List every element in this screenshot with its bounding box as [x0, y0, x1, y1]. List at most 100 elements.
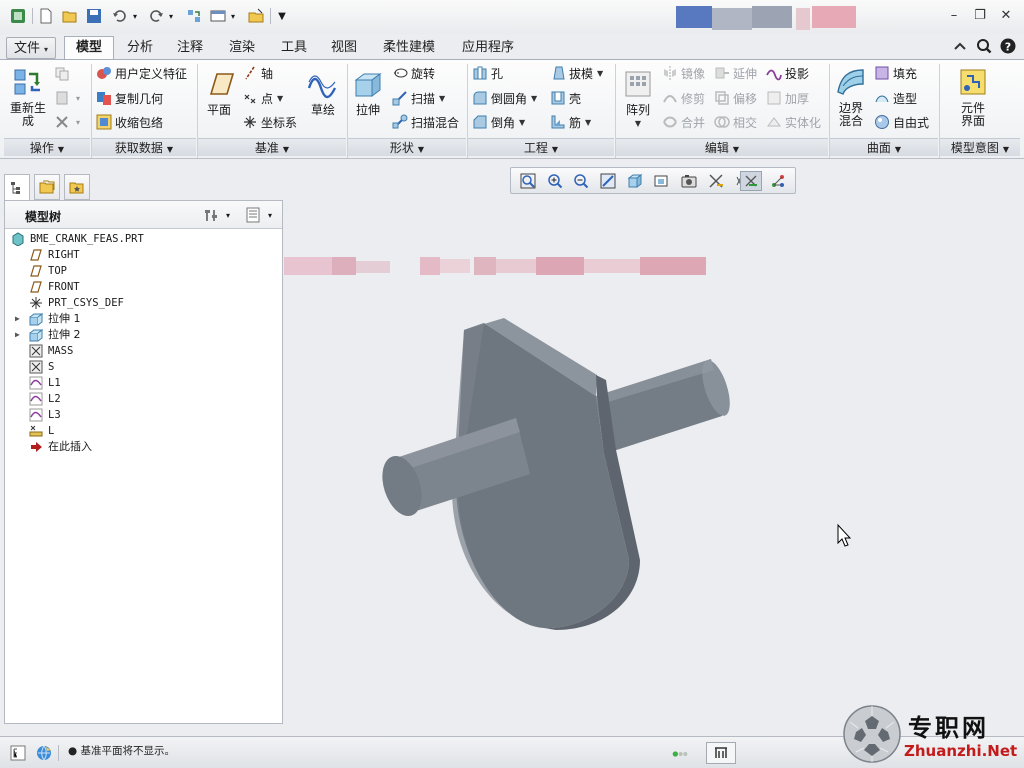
intersect-button[interactable]: 相交	[714, 111, 757, 133]
tree-item[interactable]: L2	[5, 391, 282, 407]
tree-item[interactable]: S	[5, 359, 282, 375]
group-editing[interactable]: 编辑 ▼	[616, 138, 828, 156]
freestyle-button[interactable]: 自由式	[874, 111, 929, 133]
repaint-icon[interactable]	[597, 171, 619, 191]
revolve-button[interactable]: 旋转	[392, 62, 435, 84]
selection-filter-icon[interactable]	[706, 742, 736, 764]
close-button[interactable]: ✕	[996, 7, 1016, 25]
redo-icon[interactable]	[146, 6, 166, 26]
swept-blend-button[interactable]: 扫描混合	[392, 111, 459, 133]
sweep-button[interactable]: 扫描 ▼	[392, 87, 445, 109]
window-dropdown-icon[interactable]: ▾	[228, 6, 238, 26]
regenerate-button[interactable]: 重新生 成	[8, 66, 48, 128]
undo-icon[interactable]	[110, 6, 130, 26]
restore-button[interactable]: ❐	[970, 7, 990, 25]
hole-button[interactable]: 孔	[472, 62, 503, 84]
tree-item[interactable]: ▶ 拉伸 1	[5, 311, 282, 327]
expand-icon[interactable]: ▶	[15, 327, 25, 343]
boundary-blend-button[interactable]: 边界 混合	[832, 66, 870, 128]
tab-file[interactable]: 文件 ▾	[6, 37, 56, 59]
component-interface-button[interactable]: 元件 界面	[954, 66, 992, 128]
rib-button[interactable]: 筋 ▼	[550, 111, 591, 133]
copy-icon[interactable]	[52, 64, 72, 84]
group-operations[interactable]: 操作 ▼	[4, 138, 90, 156]
tree-item[interactable]: FRONT	[5, 279, 282, 295]
view-manager-icon[interactable]	[678, 171, 700, 191]
help-icon[interactable]: ?	[998, 36, 1018, 56]
group-get-data[interactable]: 获取数据 ▼	[92, 138, 196, 156]
tab-applications[interactable]: 应用程序	[452, 37, 524, 59]
app-icon[interactable]	[8, 6, 28, 26]
spin-center-toggle[interactable]	[740, 171, 762, 191]
delete-icon[interactable]	[52, 112, 72, 132]
mirror-button[interactable]: 镜像	[662, 62, 705, 84]
window-icon[interactable]	[208, 6, 228, 26]
open-icon[interactable]	[60, 6, 80, 26]
thicken-button[interactable]: 加厚	[766, 87, 809, 109]
minimize-ribbon-icon[interactable]	[950, 36, 970, 56]
tab-tools[interactable]: 工具	[272, 37, 316, 59]
tree-item[interactable]: RIGHT	[5, 247, 282, 263]
round-button[interactable]: 倒圆角 ▼	[472, 87, 537, 109]
tree-item[interactable]: L3	[5, 407, 282, 423]
zoom-out-icon[interactable]	[570, 171, 592, 191]
crank-model[interactable]	[375, 318, 735, 630]
udf-button[interactable]: 用户定义特征	[96, 62, 187, 84]
graphics-canvas[interactable]	[284, 160, 1024, 735]
spin-center-icon[interactable]	[767, 171, 789, 191]
copy-geometry-button[interactable]: 复制几何	[96, 87, 163, 109]
merge-button[interactable]: 合并	[662, 111, 705, 133]
show-dropdown-icon[interactable]: ▾	[265, 205, 275, 225]
paste-dropdown-icon[interactable]: ▾	[72, 88, 84, 108]
extend-button[interactable]: 延伸	[714, 62, 757, 84]
tree-item[interactable]: TOP	[5, 263, 282, 279]
shell-button[interactable]: 壳	[550, 87, 581, 109]
tree-item[interactable]: PRT_CSYS_DEF	[5, 295, 282, 311]
tab-model[interactable]: 模型	[64, 36, 114, 60]
group-datum[interactable]: 基准 ▼	[198, 138, 346, 156]
draft-button[interactable]: 拔模 ▼	[550, 62, 603, 84]
delete-dropdown-icon[interactable]: ▾	[72, 112, 84, 132]
redo-dropdown-icon[interactable]: ▾	[166, 6, 176, 26]
favorites-tab[interactable]	[64, 174, 90, 200]
plane-button[interactable]: 平面	[202, 68, 236, 117]
group-engineering[interactable]: 工程 ▼	[468, 138, 614, 156]
tab-render[interactable]: 渲染	[220, 37, 264, 59]
pattern-button[interactable]: 阵列 ▼	[620, 68, 656, 130]
tree-item[interactable]: BME_CRANK_FEAS.PRT	[5, 231, 282, 247]
tree-item[interactable]: L	[5, 423, 282, 439]
undo-dropdown-icon[interactable]: ▾	[130, 6, 140, 26]
folder-browser-tab[interactable]	[34, 174, 60, 200]
minimize-button[interactable]: –	[944, 7, 964, 25]
tree-item[interactable]: MASS	[5, 343, 282, 359]
tab-analysis[interactable]: 分析	[118, 37, 162, 59]
tab-view[interactable]: 视图	[322, 37, 366, 59]
datum-display-icon[interactable]	[705, 171, 727, 191]
regenerate-icon[interactable]	[184, 6, 204, 26]
style-button[interactable]: 造型	[874, 87, 917, 109]
show-icon[interactable]	[243, 205, 263, 225]
display-style-icon[interactable]	[624, 171, 646, 191]
tree-settings-dropdown-icon[interactable]: ▾	[223, 205, 233, 225]
refit-icon[interactable]	[517, 171, 539, 191]
toggle-navigator-icon[interactable]	[8, 743, 28, 763]
group-model-intent[interactable]: 模型意图 ▼	[940, 138, 1020, 156]
saved-views-icon[interactable]	[651, 171, 673, 191]
paste-icon[interactable]	[52, 88, 72, 108]
expand-icon[interactable]: ▶	[15, 311, 25, 327]
point-button[interactable]: 点 ▼	[242, 87, 283, 109]
fill-button[interactable]: 填充	[874, 62, 917, 84]
search-icon[interactable]	[974, 36, 994, 56]
tree-settings-icon[interactable]	[201, 205, 221, 225]
zoom-in-icon[interactable]	[544, 171, 566, 191]
group-surfaces[interactable]: 曲面 ▼	[830, 138, 938, 156]
project-button[interactable]: 投影	[766, 62, 809, 84]
tree-item[interactable]: ▶ 拉伸 2	[5, 327, 282, 343]
tab-flexible-modeling[interactable]: 柔性建模	[374, 37, 444, 59]
graphics-window[interactable]	[284, 160, 1024, 735]
close-window-icon[interactable]	[246, 6, 266, 26]
sketch-button[interactable]: 草绘	[306, 68, 340, 117]
shrinkwrap-button[interactable]: 收缩包络	[96, 111, 163, 133]
solidify-button[interactable]: 实体化	[766, 111, 821, 133]
tab-annotate[interactable]: 注释	[168, 37, 212, 59]
